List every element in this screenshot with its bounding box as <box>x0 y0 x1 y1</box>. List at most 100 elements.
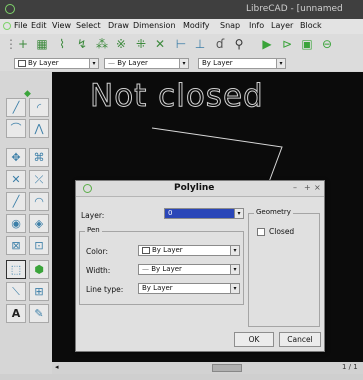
maximize-icon[interactable]: + <box>304 183 311 192</box>
polyline-dialog: Polyline – + × Layer: 0 ▾ Pen Color: By … <box>75 180 325 352</box>
dialog-app-icon <box>83 184 92 193</box>
spline-tool-icon[interactable]: ⌘ <box>29 148 49 167</box>
menu-snap[interactable]: Snap <box>220 21 240 30</box>
geometry-group-title: Geometry <box>254 208 293 216</box>
width-label: Width: <box>86 266 111 275</box>
color-label: Color: <box>86 247 108 256</box>
restrict-horizontal-icon[interactable]: ⊢ <box>174 37 188 51</box>
geometry-group: Geometry Closed <box>248 208 320 327</box>
relative-zero-icon[interactable]: ɗ <box>213 37 227 51</box>
point-tool-icon[interactable]: ╱ <box>6 192 26 211</box>
width-select[interactable]: — By Layer ▾ <box>138 264 240 275</box>
dialog-title-bar: Polyline – + × <box>76 181 324 197</box>
chevron-down-icon: ▾ <box>230 284 239 293</box>
measure-tool-icon[interactable]: ◠ <box>29 192 49 211</box>
snap-intersection-icon[interactable]: ✕ <box>153 37 167 51</box>
chevron-down-icon: ▾ <box>230 265 239 274</box>
pen-group-title: Pen <box>85 226 102 234</box>
menu-info[interactable]: Info <box>249 21 264 30</box>
pen-linetype-select[interactable]: By Layer ▾ <box>198 58 286 69</box>
pen-group: Pen Color: By Layer ▾ Width: — By Layer … <box>79 226 244 305</box>
chevron-down-icon: ▾ <box>89 59 98 68</box>
linetype-select[interactable]: By Layer ▾ <box>138 283 240 294</box>
block-options-icon[interactable]: ⊞ <box>29 282 49 301</box>
pen-width-select[interactable]: — By Layer ▾ <box>104 58 189 69</box>
pen-color-value: By Layer <box>28 59 59 67</box>
snap-on-entity-icon[interactable]: ↯ <box>75 37 89 51</box>
arcs-tool-icon[interactable]: ◜ <box>29 98 49 117</box>
snap-grid-icon[interactable]: ▦ <box>35 37 49 51</box>
color-swatch-icon <box>142 246 150 254</box>
circles-tool-icon[interactable]: ⌒ <box>6 119 26 138</box>
app-icon <box>5 4 15 14</box>
menu-app-icon <box>3 22 11 30</box>
linetype-value: By Layer <box>142 284 173 292</box>
snap-toolbar: ⋮ + ▦ ⌇ ↯ ⁂ ※ ⁜ ✕ ⊢ ⊥ ɗ ⚲ ▶ ⊳ ▣ ⊖ <box>0 34 363 57</box>
closed-label: Closed <box>269 227 295 236</box>
ok-button[interactable]: OK <box>234 332 274 347</box>
menu-bar: File Edit View Select Draw Dimension Mod… <box>0 19 363 34</box>
grid-toggle-icon[interactable]: ▣ <box>300 37 314 51</box>
lock-icon[interactable]: ⊖ <box>320 37 334 51</box>
play-icon[interactable]: ▶ <box>260 37 274 51</box>
page-indicator: 1 / 1 <box>342 363 358 371</box>
snap-center-icon[interactable]: ⁂ <box>95 37 109 51</box>
draw-tool-icon[interactable]: ✎ <box>29 304 49 323</box>
lines-tool-icon[interactable]: ╱ <box>6 98 26 117</box>
color-select[interactable]: By Layer ▾ <box>138 245 240 256</box>
info-tool-icon[interactable]: ⊡ <box>29 236 49 255</box>
scrollbar-thumb[interactable] <box>212 364 242 372</box>
tool-sidebar: ◆ ╱ ◜ ⌒ ⋀ ✥ ⌘ ✕ ⤫ ╱ ◠ ◉ ◈ ⊠ ⊡ ⬚ ⬢ ⟍ ⊞ A … <box>5 86 51 331</box>
status-bar <box>0 374 363 380</box>
color-value: By Layer <box>152 246 183 254</box>
snap-free-icon[interactable]: + <box>16 37 30 51</box>
chevron-down-icon: ▾ <box>276 59 285 68</box>
menu-file[interactable]: File <box>14 21 27 30</box>
forward-icon[interactable]: ⊳ <box>280 37 294 51</box>
insert-block-tool-icon[interactable]: ◉ <box>6 214 26 233</box>
horizontal-scrollbar[interactable]: ◂ 1 / 1 <box>52 362 363 374</box>
select-tool-icon[interactable]: ⬚ <box>6 260 26 279</box>
chevron-down-icon: ▾ <box>179 59 188 68</box>
polyline-tool-icon[interactable]: ✥ <box>6 148 26 167</box>
layer-select[interactable]: 0 ▾ <box>164 208 244 219</box>
close-icon[interactable]: × <box>314 183 321 192</box>
chevron-down-icon: ▾ <box>234 209 243 218</box>
menu-select[interactable]: Select <box>76 21 101 30</box>
width-value: By Layer <box>151 265 182 273</box>
minimize-icon[interactable]: – <box>293 183 297 192</box>
dialog-title: Polyline <box>174 183 215 193</box>
restrict-vertical-icon[interactable]: ⊥ <box>193 37 207 51</box>
menu-edit[interactable]: Edit <box>31 21 47 30</box>
snap-endpoint-icon[interactable]: ⌇ <box>55 37 69 51</box>
cancel-button[interactable]: Cancel <box>279 332 321 347</box>
modify-tool-icon[interactable]: ⊠ <box>6 236 26 255</box>
pen-width-value: By Layer <box>117 59 148 67</box>
menu-dimension[interactable]: Dimension <box>133 21 176 30</box>
title-bar: LibreCAD - [unnamed <box>0 0 363 19</box>
menu-draw[interactable]: Draw <box>108 21 129 30</box>
pen-toolbar: By Layer ▾ — By Layer ▾ By Layer ▾ <box>0 56 363 71</box>
scroll-left-icon[interactable]: ◂ <box>55 363 59 371</box>
snap-tool-icon[interactable]: ⬢ <box>29 260 49 279</box>
snap-distance-icon[interactable]: ⁜ <box>134 37 148 51</box>
layer-value: 0 <box>168 209 173 217</box>
image-tool-icon[interactable]: ◈ <box>29 214 49 233</box>
chevron-down-icon: ▾ <box>230 246 239 255</box>
menu-layer[interactable]: Layer <box>271 21 293 30</box>
ellipses-tool-icon[interactable]: ⋀ <box>29 119 49 138</box>
menu-block[interactable]: Block <box>300 21 322 30</box>
snap-middle-icon[interactable]: ※ <box>114 37 128 51</box>
menu-modify[interactable]: Modify <box>183 21 210 30</box>
lock-relative-zero-icon[interactable]: ⚲ <box>232 37 246 51</box>
dimension-tool-icon[interactable]: ✕ <box>6 170 26 189</box>
pen-linetype-value: By Layer <box>202 59 233 67</box>
line-options-icon[interactable]: ⟍ <box>6 282 26 301</box>
pen-color-select[interactable]: By Layer ▾ <box>14 58 99 69</box>
hatch-tool-icon[interactable]: ⤫ <box>29 170 49 189</box>
text-tool-icon[interactable]: A <box>6 304 26 323</box>
menu-view[interactable]: View <box>52 21 71 30</box>
window-title: LibreCAD - [unnamed <box>246 4 343 14</box>
closed-checkbox[interactable] <box>257 228 265 236</box>
layer-label: Layer: <box>81 211 105 220</box>
